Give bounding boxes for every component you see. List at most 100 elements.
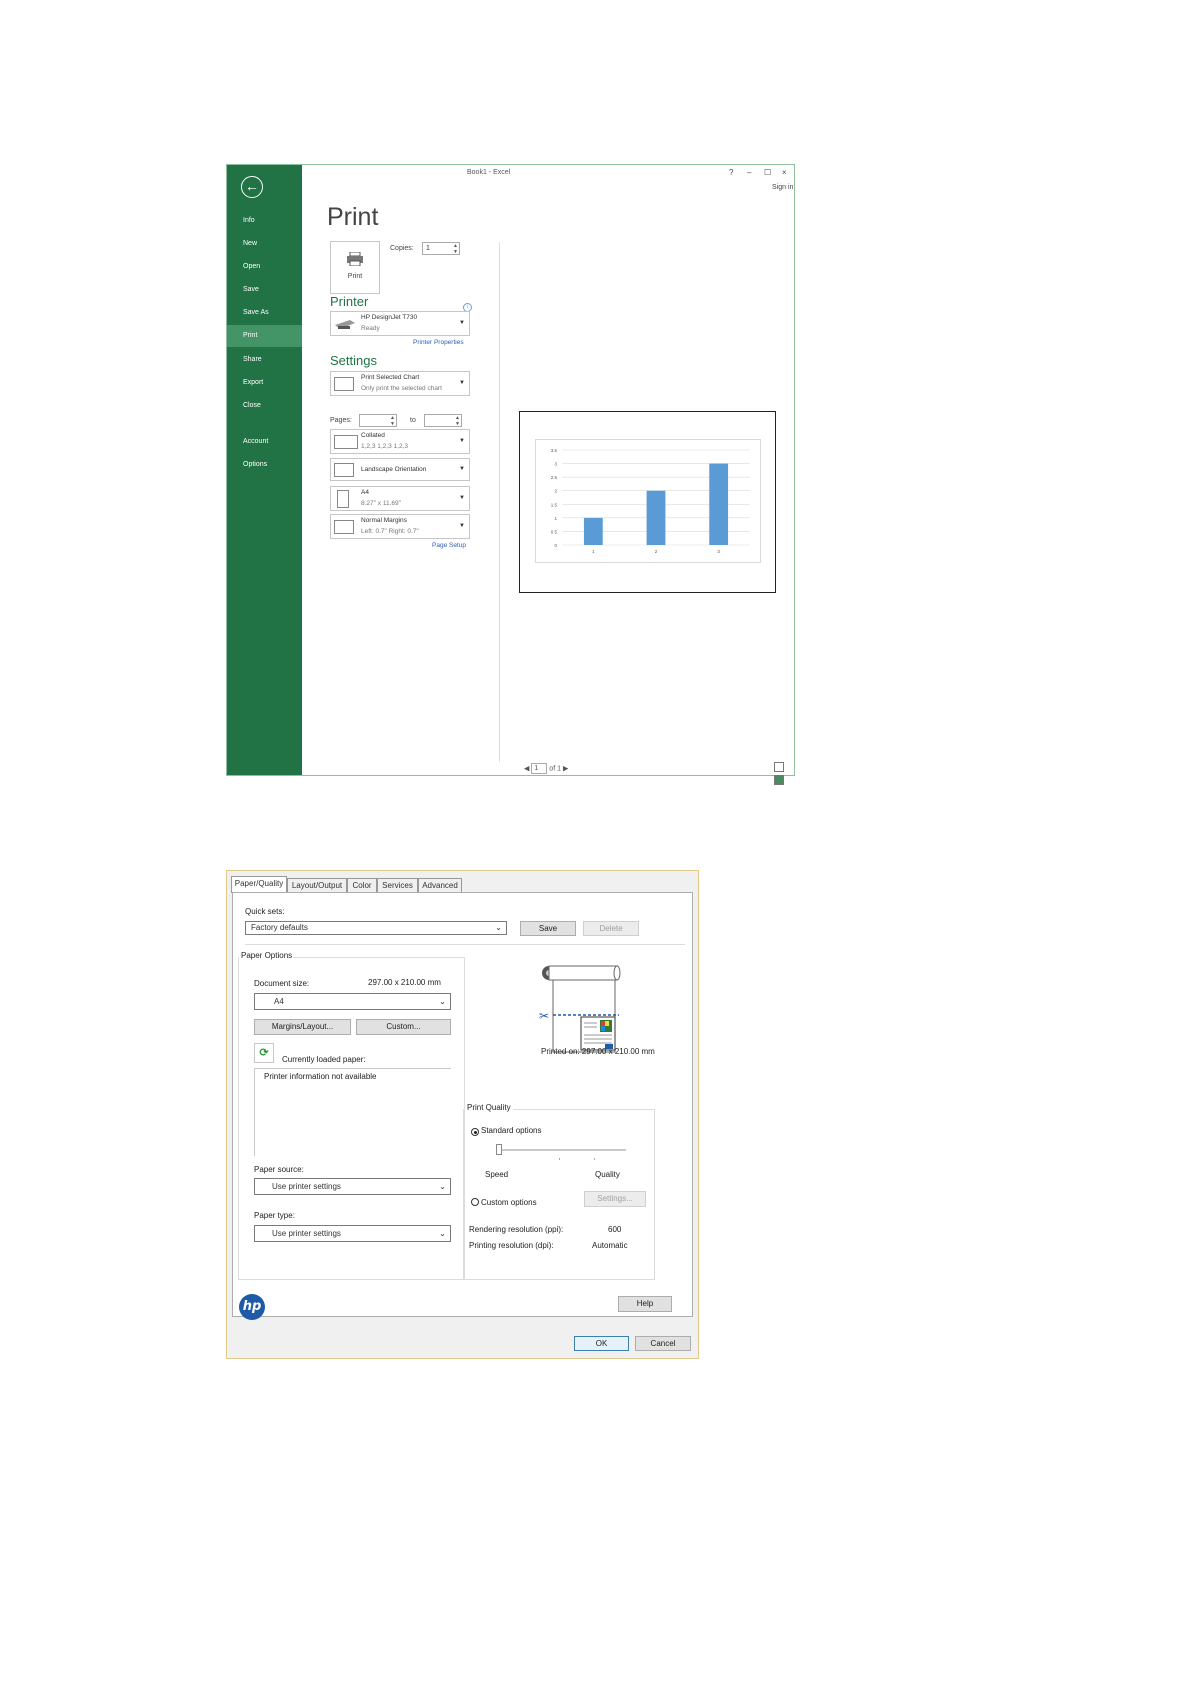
- printed-on-label: Printed on: 297.00 x 210.00 mm: [541, 1047, 655, 1056]
- dropdown-arrow-icon: ▼: [459, 523, 465, 529]
- page-title: Print: [327, 203, 379, 231]
- paper-size-dropdown[interactable]: A4 8.27" x 11.69" ▼: [330, 486, 470, 511]
- next-page-icon[interactable]: ▶: [563, 765, 568, 772]
- quick-sets-value: Factory defaults: [251, 923, 308, 932]
- nav-item-close[interactable]: Close: [227, 395, 302, 417]
- bar-chart: 0 0.5 1 1.5 2 2.5 3 3.5 1 2 3: [551, 448, 750, 554]
- x-tick-label: 3: [717, 549, 720, 554]
- custom-options-radio[interactable]: [471, 1198, 479, 1206]
- document-size-label: Document size:: [254, 979, 310, 988]
- nav-item-new[interactable]: New: [227, 233, 302, 255]
- printer-info-box: Printer information not available: [254, 1068, 451, 1156]
- dropdown-arrow-icon: ▼: [459, 438, 465, 444]
- tab-color[interactable]: Color: [347, 878, 377, 892]
- margins-icon: [334, 520, 354, 534]
- nav-item-export[interactable]: Export: [227, 372, 302, 394]
- current-page-input[interactable]: 1: [531, 763, 548, 774]
- tab-advanced[interactable]: Advanced: [418, 878, 462, 892]
- paper-type-value: Use printer settings: [272, 1229, 341, 1238]
- minimize-button[interactable]: –: [747, 168, 751, 177]
- orientation-title: Landscape Orientation: [361, 466, 427, 473]
- nav-item-info[interactable]: Info: [227, 210, 302, 232]
- slider-tick: [594, 1158, 595, 1160]
- quick-sets-label: Quick sets:: [245, 907, 285, 916]
- refresh-icon[interactable]: ⟳: [254, 1043, 274, 1063]
- save-button[interactable]: Save: [520, 921, 576, 936]
- nav-item-save[interactable]: Save: [227, 279, 302, 301]
- document-size-select[interactable]: A4 ⌄: [254, 993, 451, 1010]
- quality-settings-button[interactable]: Settings...: [584, 1191, 646, 1207]
- print-what-dropdown[interactable]: Print Selected Chart Only print the sele…: [330, 371, 470, 396]
- printer-status: Ready: [361, 325, 380, 332]
- printer-properties-link[interactable]: Printer Properties: [413, 339, 464, 346]
- printer-properties-dialog: Paper/Quality Layout/Output Color Servic…: [226, 870, 699, 1359]
- tab-page: Quick sets: Factory defaults ⌄ Save Dele…: [232, 892, 693, 1317]
- y-tick-label: 3.5: [551, 448, 558, 453]
- dropdown-arrow-icon: ▼: [459, 320, 465, 326]
- chevron-down-icon: ⌄: [495, 923, 502, 932]
- spin-arrows-icon[interactable]: ▲ ▼: [453, 243, 458, 255]
- ok-button[interactable]: OK: [574, 1336, 629, 1351]
- quality-label: Quality: [595, 1170, 620, 1179]
- prev-page-icon[interactable]: ◀: [524, 765, 529, 772]
- paper-source-select[interactable]: Use printer settings ⌄: [254, 1178, 451, 1195]
- nav-item-open[interactable]: Open: [227, 256, 302, 278]
- rendering-resolution-label: Rendering resolution (ppi):: [469, 1225, 564, 1234]
- printing-resolution-label: Printing resolution (dpi):: [469, 1241, 554, 1250]
- cancel-button[interactable]: Cancel: [635, 1336, 691, 1351]
- paper-source-label: Paper source:: [254, 1165, 304, 1174]
- show-margins-icon[interactable]: [774, 762, 784, 772]
- settings-section-title: Settings: [330, 353, 377, 368]
- paper-type-select[interactable]: Use printer settings ⌄: [254, 1225, 451, 1242]
- chevron-down-icon: ⌄: [439, 997, 446, 1006]
- separator: [245, 944, 685, 945]
- y-tick-label: 3: [554, 462, 557, 467]
- delete-button[interactable]: Delete: [583, 921, 639, 936]
- tab-services[interactable]: Services: [377, 878, 418, 892]
- collation-desc: 1,2,3 1,2,3 1,2,3: [361, 443, 408, 450]
- printer-info-text: Printer information not available: [264, 1072, 377, 1081]
- quality-slider-track[interactable]: [496, 1149, 626, 1151]
- print-what-title: Print Selected Chart: [361, 374, 420, 381]
- quick-sets-select[interactable]: Factory defaults ⌄: [245, 921, 507, 935]
- maximize-button[interactable]: ☐: [764, 168, 771, 177]
- printer-dropdown[interactable]: HP DesignJet T730 Ready ▼: [330, 311, 470, 336]
- print-what-desc: Only print the selected chart: [361, 385, 442, 392]
- standard-options-radio[interactable]: [471, 1128, 479, 1136]
- nav-item-share[interactable]: Share: [227, 349, 302, 371]
- pages-to-input[interactable]: ▲ ▼: [424, 414, 462, 427]
- page-setup-link[interactable]: Page Setup: [432, 542, 466, 549]
- quality-slider-thumb[interactable]: [496, 1144, 502, 1155]
- paper-type-label: Paper type:: [254, 1211, 295, 1220]
- printer-name: HP DesignJet T730: [361, 314, 418, 321]
- nav-item-options[interactable]: Options: [227, 454, 302, 476]
- margins-dropdown[interactable]: Normal Margins Left: 0.7" Right: 0.7" ▼: [330, 514, 470, 539]
- collation-dropdown[interactable]: Collated 1,2,3 1,2,3 1,2,3 ▼: [330, 429, 470, 454]
- y-tick-label: 0.5: [551, 529, 558, 534]
- chart-frame: 0 0.5 1 1.5 2 2.5 3 3.5 1 2 3: [535, 439, 761, 563]
- back-arrow-icon[interactable]: ←: [241, 176, 263, 198]
- tab-paper-quality[interactable]: Paper/Quality: [231, 876, 287, 893]
- zoom-to-page-icon[interactable]: [774, 775, 784, 785]
- nav-item-account[interactable]: Account: [227, 431, 302, 453]
- close-button[interactable]: ×: [782, 168, 787, 177]
- custom-options-label: Custom options: [481, 1198, 537, 1207]
- paper-size-desc: 8.27" x 11.69": [361, 500, 401, 507]
- printer-device-icon: [334, 317, 355, 331]
- copies-stepper[interactable]: 1 ▲ ▼: [422, 242, 460, 255]
- tab-layout-output[interactable]: Layout/Output: [287, 878, 347, 892]
- nav-item-print[interactable]: Print: [227, 325, 302, 347]
- print-quality-title: Print Quality: [465, 1103, 513, 1112]
- help-button[interactable]: ?: [729, 168, 733, 177]
- help-button[interactable]: Help: [618, 1296, 672, 1312]
- margins-layout-button[interactable]: Margins/Layout...: [254, 1019, 351, 1035]
- margins-desc: Left: 0.7" Right: 0.7": [361, 528, 419, 535]
- dropdown-arrow-icon: ▼: [459, 380, 465, 386]
- bar: [583, 517, 603, 545]
- sign-in-link[interactable]: Sign in: [772, 184, 793, 191]
- print-button[interactable]: Print: [330, 241, 380, 294]
- pages-from-input[interactable]: ▲ ▼: [359, 414, 397, 427]
- nav-item-save-as[interactable]: Save As: [227, 302, 302, 324]
- orientation-dropdown[interactable]: Landscape Orientation ▼: [330, 458, 470, 481]
- custom-size-button[interactable]: Custom...: [356, 1019, 451, 1035]
